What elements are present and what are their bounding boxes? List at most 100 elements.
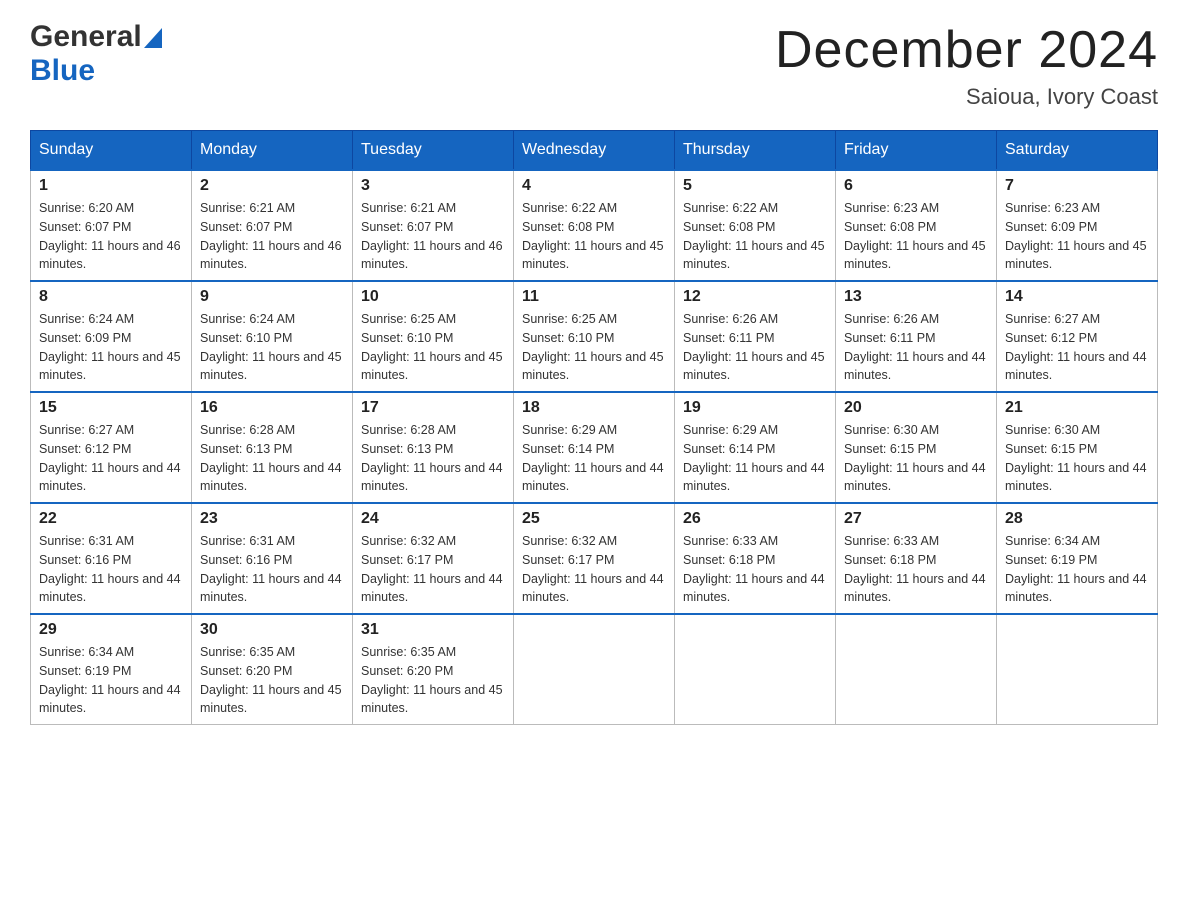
calendar-day-cell: 24 Sunrise: 6:32 AMSunset: 6:17 PMDayligh…: [353, 503, 514, 614]
day-info: Sunrise: 6:31 AMSunset: 6:16 PMDaylight:…: [39, 532, 183, 607]
logo-general-text: General: [30, 20, 142, 54]
calendar-day-cell: 13 Sunrise: 6:26 AMSunset: 6:11 PMDayligh…: [836, 281, 997, 392]
calendar-day-cell: 29 Sunrise: 6:34 AMSunset: 6:19 PMDayligh…: [31, 614, 192, 725]
day-number: 28: [1005, 510, 1149, 528]
calendar-day-cell: [997, 614, 1158, 725]
day-number: 22: [39, 510, 183, 528]
calendar-day-cell: 5Sunrise: 6:22 AMSunset: 6:08 PMDaylight…: [675, 170, 836, 281]
day-info: Sunrise: 6:22 AMSunset: 6:08 PMDaylight:…: [522, 199, 666, 274]
day-of-week-header: Friday: [836, 131, 997, 171]
day-number: 3: [361, 177, 505, 195]
location: Saioua, Ivory Coast: [775, 84, 1158, 110]
day-info: Sunrise: 6:20 AMSunset: 6:07 PMDaylight:…: [39, 199, 183, 274]
day-number: 2: [200, 177, 344, 195]
calendar-day-cell: 4 Sunrise: 6:22 AMSunset: 6:08 PMDaylight…: [514, 170, 675, 281]
day-info: Sunrise: 6:34 AMSunset: 6:19 PMDaylight:…: [1005, 532, 1149, 607]
calendar-header-row: SundayMondayTuesdayWednesdayThursdayFrid…: [31, 131, 1158, 171]
day-info: Sunrise: 6:21 AMSunset: 6:07 PMDaylight:…: [200, 199, 344, 274]
calendar-week-row: 29 Sunrise: 6:34 AMSunset: 6:19 PMDayligh…: [31, 614, 1158, 725]
calendar-day-cell: 12 Sunrise: 6:26 AMSunset: 6:11 PMDayligh…: [675, 281, 836, 392]
day-info: Sunrise: 6:35 AMSunset: 6:20 PMDaylight:…: [361, 643, 505, 718]
day-number: 13: [844, 288, 988, 306]
day-number: 19: [683, 399, 827, 417]
calendar-day-cell: 15 Sunrise: 6:27 AMSunset: 6:12 PMDayligh…: [31, 392, 192, 503]
day-number: 16: [200, 399, 344, 417]
day-number: 4: [522, 177, 666, 195]
day-info: Sunrise: 6:30 AMSunset: 6:15 PMDaylight:…: [844, 421, 988, 496]
day-number: 18: [522, 399, 666, 417]
day-info: Sunrise: 6:31 AMSunset: 6:16 PMDaylight:…: [200, 532, 344, 607]
day-info: Sunrise: 6:26 AMSunset: 6:11 PMDaylight:…: [683, 310, 827, 385]
day-number: 5: [683, 177, 827, 195]
page-header: General Blue December 2024 Saioua, Ivory…: [30, 20, 1158, 110]
day-of-week-header: Thursday: [675, 131, 836, 171]
calendar-day-cell: 31Sunrise: 6:35 AMSunset: 6:20 PMDayligh…: [353, 614, 514, 725]
day-info: Sunrise: 6:25 AMSunset: 6:10 PMDaylight:…: [522, 310, 666, 385]
day-info: Sunrise: 6:34 AMSunset: 6:19 PMDaylight:…: [39, 643, 183, 718]
calendar-day-cell: 22 Sunrise: 6:31 AMSunset: 6:16 PMDayligh…: [31, 503, 192, 614]
calendar-day-cell: 1 Sunrise: 6:20 AMSunset: 6:07 PMDaylight…: [31, 170, 192, 281]
day-number: 23: [200, 510, 344, 528]
day-info: Sunrise: 6:30 AMSunset: 6:15 PMDaylight:…: [1005, 421, 1149, 496]
day-of-week-header: Monday: [192, 131, 353, 171]
calendar-table: SundayMondayTuesdayWednesdayThursdayFrid…: [30, 130, 1158, 725]
calendar-day-cell: 27 Sunrise: 6:33 AMSunset: 6:18 PMDayligh…: [836, 503, 997, 614]
day-info: Sunrise: 6:24 AMSunset: 6:10 PMDaylight:…: [200, 310, 344, 385]
day-number: 6: [844, 177, 988, 195]
calendar-day-cell: 20 Sunrise: 6:30 AMSunset: 6:15 PMDayligh…: [836, 392, 997, 503]
day-info: Sunrise: 6:23 AMSunset: 6:08 PMDaylight:…: [844, 199, 988, 274]
day-info: Sunrise: 6:28 AMSunset: 6:13 PMDaylight:…: [361, 421, 505, 496]
day-number: 20: [844, 399, 988, 417]
calendar-day-cell: 10Sunrise: 6:25 AMSunset: 6:10 PMDayligh…: [353, 281, 514, 392]
day-number: 14: [1005, 288, 1149, 306]
day-info: Sunrise: 6:28 AMSunset: 6:13 PMDaylight:…: [200, 421, 344, 496]
day-number: 29: [39, 621, 183, 639]
day-info: Sunrise: 6:26 AMSunset: 6:11 PMDaylight:…: [844, 310, 988, 385]
logo: General Blue: [30, 20, 162, 88]
day-number: 27: [844, 510, 988, 528]
calendar-day-cell: 6 Sunrise: 6:23 AMSunset: 6:08 PMDaylight…: [836, 170, 997, 281]
day-number: 11: [522, 288, 666, 306]
day-number: 24: [361, 510, 505, 528]
day-of-week-header: Saturday: [997, 131, 1158, 171]
calendar-day-cell: 2 Sunrise: 6:21 AMSunset: 6:07 PMDaylight…: [192, 170, 353, 281]
day-info: Sunrise: 6:32 AMSunset: 6:17 PMDaylight:…: [361, 532, 505, 607]
calendar-day-cell: [836, 614, 997, 725]
day-info: Sunrise: 6:33 AMSunset: 6:18 PMDaylight:…: [844, 532, 988, 607]
day-info: Sunrise: 6:29 AMSunset: 6:14 PMDaylight:…: [522, 421, 666, 496]
calendar-day-cell: 23 Sunrise: 6:31 AMSunset: 6:16 PMDayligh…: [192, 503, 353, 614]
day-number: 1: [39, 177, 183, 195]
day-number: 30: [200, 621, 344, 639]
calendar-day-cell: 7Sunrise: 6:23 AMSunset: 6:09 PMDaylight…: [997, 170, 1158, 281]
calendar-day-cell: 21 Sunrise: 6:30 AMSunset: 6:15 PMDayligh…: [997, 392, 1158, 503]
day-number: 17: [361, 399, 505, 417]
calendar-day-cell: 19Sunrise: 6:29 AMSunset: 6:14 PMDayligh…: [675, 392, 836, 503]
calendar-day-cell: [675, 614, 836, 725]
day-info: Sunrise: 6:25 AMSunset: 6:10 PMDaylight:…: [361, 310, 505, 385]
day-info: Sunrise: 6:27 AMSunset: 6:12 PMDaylight:…: [39, 421, 183, 496]
logo-triangle-icon: [144, 28, 162, 48]
month-title: December 2024: [775, 20, 1158, 80]
calendar-day-cell: 14Sunrise: 6:27 AMSunset: 6:12 PMDayligh…: [997, 281, 1158, 392]
day-info: Sunrise: 6:23 AMSunset: 6:09 PMDaylight:…: [1005, 199, 1149, 274]
day-info: Sunrise: 6:35 AMSunset: 6:20 PMDaylight:…: [200, 643, 344, 718]
calendar-week-row: 22 Sunrise: 6:31 AMSunset: 6:16 PMDayligh…: [31, 503, 1158, 614]
calendar-day-cell: 11 Sunrise: 6:25 AMSunset: 6:10 PMDayligh…: [514, 281, 675, 392]
calendar-day-cell: 28 Sunrise: 6:34 AMSunset: 6:19 PMDayligh…: [997, 503, 1158, 614]
day-of-week-header: Wednesday: [514, 131, 675, 171]
day-of-week-header: Tuesday: [353, 131, 514, 171]
day-number: 15: [39, 399, 183, 417]
day-info: Sunrise: 6:32 AMSunset: 6:17 PMDaylight:…: [522, 532, 666, 607]
day-info: Sunrise: 6:33 AMSunset: 6:18 PMDaylight:…: [683, 532, 827, 607]
logo-blue-text: Blue: [30, 54, 95, 87]
day-number: 12: [683, 288, 827, 306]
day-number: 26: [683, 510, 827, 528]
day-number: 8: [39, 288, 183, 306]
calendar-day-cell: [514, 614, 675, 725]
calendar-day-cell: 8Sunrise: 6:24 AMSunset: 6:09 PMDaylight…: [31, 281, 192, 392]
calendar-day-cell: 30 Sunrise: 6:35 AMSunset: 6:20 PMDayligh…: [192, 614, 353, 725]
day-number: 25: [522, 510, 666, 528]
day-number: 21: [1005, 399, 1149, 417]
calendar-week-row: 15 Sunrise: 6:27 AMSunset: 6:12 PMDayligh…: [31, 392, 1158, 503]
calendar-day-cell: 16 Sunrise: 6:28 AMSunset: 6:13 PMDayligh…: [192, 392, 353, 503]
